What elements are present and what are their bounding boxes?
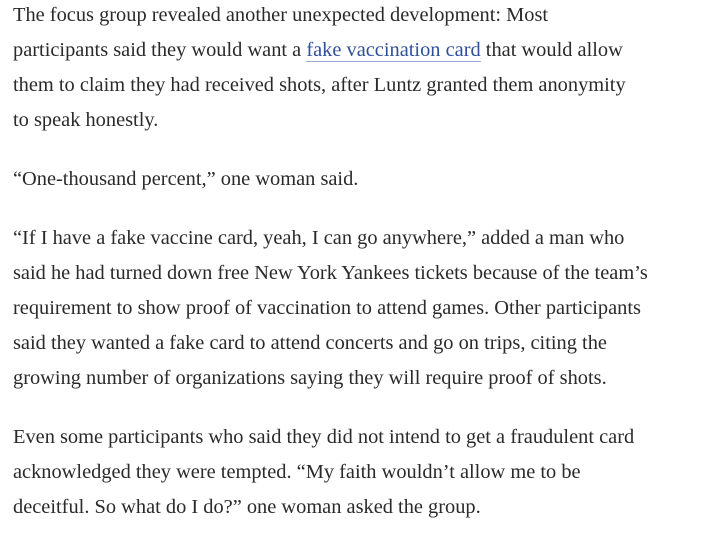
paragraph-quote: “One-thousand percent,” one woman said. xyxy=(13,162,358,197)
paragraph-focus-group: The focus group revealed another unexpec… xyxy=(13,0,626,138)
text-line-with-link: participants said they would want a fake… xyxy=(13,33,626,68)
text-line: acknowledged they were tempted. “My fait… xyxy=(13,461,581,483)
text-line: deceitful. So what do I do?” one woman a… xyxy=(13,496,481,518)
text-segment: participants said they would want a xyxy=(13,39,307,61)
article-body: The focus group revealed another unexpec… xyxy=(0,0,717,535)
text-line: to speak honestly. xyxy=(13,109,159,131)
text-line: them to claim they had received shots, a… xyxy=(13,74,626,96)
text-line: Even some participants who said they did… xyxy=(13,426,635,448)
paragraph-tempted: Even some participants who said they did… xyxy=(13,420,634,525)
text-segment: that would allow xyxy=(480,39,623,61)
text-line: said he had turned down free New York Ya… xyxy=(13,262,648,284)
text-line: The focus group revealed another unexpec… xyxy=(13,4,549,26)
text-line: said they wanted a fake card to attend c… xyxy=(13,332,607,354)
text-line: “One-thousand percent,” one woman said. xyxy=(13,168,359,190)
paragraph-yankees: “If I have a fake vaccine card, yeah, I … xyxy=(13,221,648,396)
fake-vaccination-card-link[interactable]: fake vaccination card xyxy=(306,39,481,62)
text-line: requirement to show proof of vaccination… xyxy=(13,297,641,319)
text-line: “If I have a fake vaccine card, yeah, I … xyxy=(13,227,625,249)
text-line: growing number of organizations saying t… xyxy=(13,367,607,389)
